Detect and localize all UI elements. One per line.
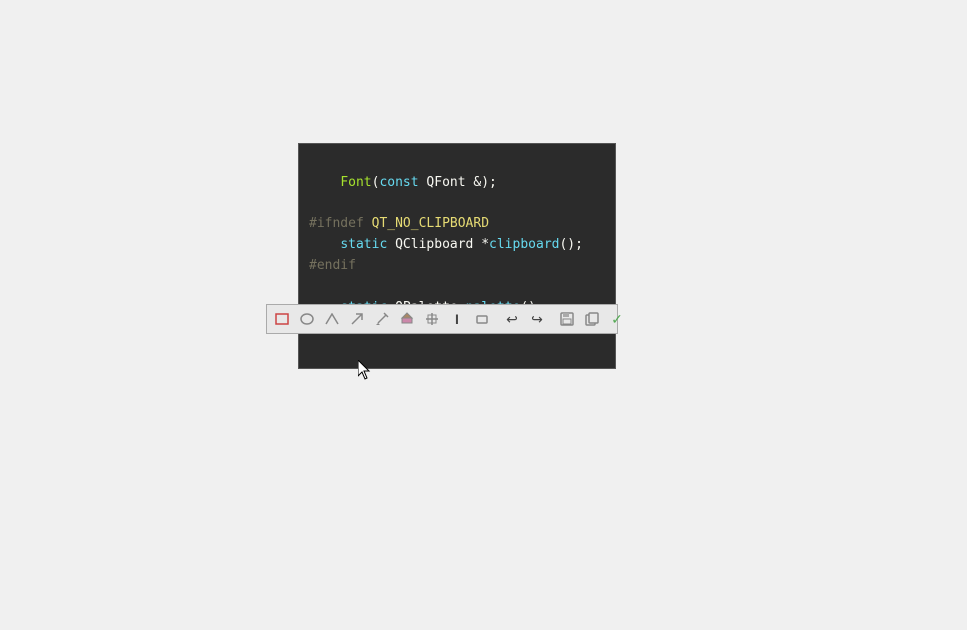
redo-button[interactable]: ↪ — [525, 307, 549, 331]
undo-button[interactable]: ↩ — [500, 307, 524, 331]
code-token: #endif — [309, 258, 356, 273]
confirm-button[interactable]: ✓ — [605, 307, 629, 331]
eraser-tool[interactable] — [470, 307, 494, 331]
code-token: QClipboard * — [387, 237, 489, 252]
ellipse-tool[interactable] — [295, 307, 319, 331]
text-tool[interactable]: I — [445, 307, 469, 331]
save-button[interactable] — [555, 307, 579, 331]
pen-tool[interactable] — [370, 307, 394, 331]
code-content: Font(const QFont &); #ifndef QT_NO_CLIPB… — [299, 144, 615, 368]
code-token: static — [340, 237, 387, 252]
copy-button[interactable] — [580, 307, 604, 331]
highlight-tool[interactable] — [395, 307, 419, 331]
polyline-tool[interactable] — [320, 307, 344, 331]
annotation-toolbar: I ↩ ↪ ✓ — [266, 304, 618, 334]
code-token — [309, 237, 340, 252]
code-token: Font — [340, 175, 371, 190]
code-token: const — [379, 175, 418, 190]
code-token: (); — [559, 237, 582, 252]
code-token: #ifndef — [309, 216, 364, 231]
code-panel: Font(const QFont &); #ifndef QT_NO_CLIPB… — [298, 143, 616, 369]
code-token: clipboard — [489, 237, 559, 252]
code-token: QT_NO_CLIPBOARD — [364, 216, 489, 231]
crosshair-tool[interactable] — [420, 307, 444, 331]
code-token: QFont &); — [419, 175, 497, 190]
rectangle-tool[interactable] — [270, 307, 294, 331]
arrow-tool[interactable] — [345, 307, 369, 331]
